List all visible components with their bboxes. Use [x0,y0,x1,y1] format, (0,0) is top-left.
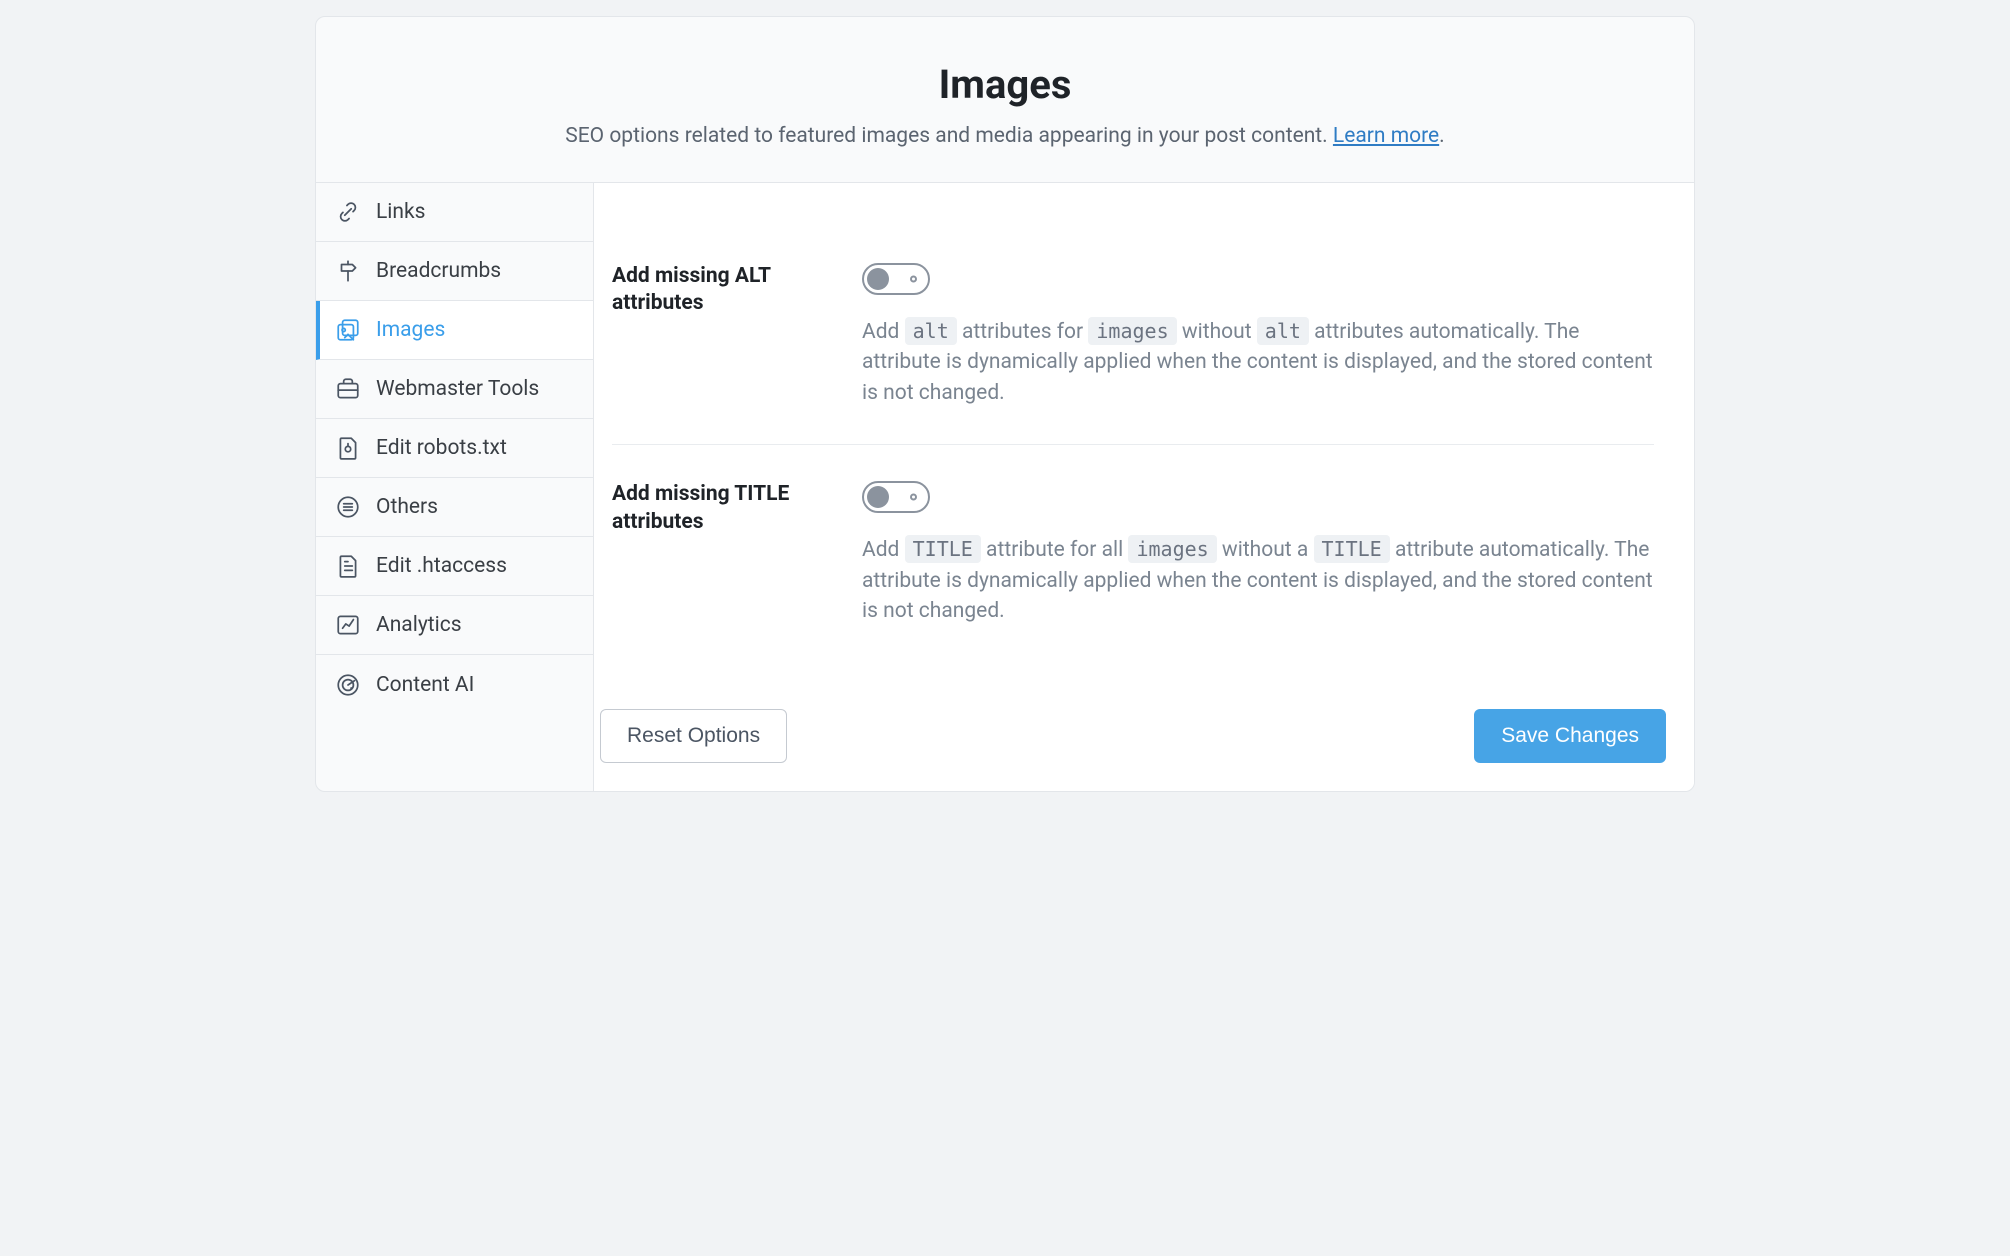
setting-row-alt: Add missing ALT attributes Add alt attri… [612,239,1654,444]
setting-label-alt: Add missing ALT attributes [612,263,848,408]
sidebar-item-label: Edit robots.txt [376,436,507,460]
sidebar-item-images[interactable]: Images [316,301,593,360]
code-chip: images [1088,317,1176,345]
reset-options-button[interactable]: Reset Options [600,709,787,763]
sidebar-item-links[interactable]: Links [316,183,593,242]
page-title: Images [356,61,1654,108]
toggle-alt[interactable] [862,263,930,295]
code-chip: alt [1257,317,1309,345]
code-chip: alt [905,317,957,345]
sidebar-item-robots[interactable]: Edit robots.txt [316,419,593,478]
toggle-knob [867,486,889,508]
setting-description-alt: Add alt attributes for images without al… [862,317,1654,408]
settings-panel: Images SEO options related to featured i… [315,16,1695,792]
setting-description-title: Add TITLE attribute for all images witho… [862,535,1654,626]
learn-more-link[interactable]: Learn more [1333,124,1439,148]
code-chip: TITLE [905,535,981,563]
panel-header: Images SEO options related to featured i… [316,17,1694,183]
setting-row-title: Add missing TITLE attributes Add TITLE a… [612,444,1654,662]
images-icon [334,316,362,344]
robots-file-icon [334,434,362,462]
code-chip: images [1128,535,1216,563]
sidebar-item-label: Breadcrumbs [376,259,501,283]
radar-icon [334,671,362,699]
sidebar-item-label: Edit .htaccess [376,554,507,578]
sidebar-item-label: Others [376,495,438,519]
list-circle-icon [334,493,362,521]
settings-content: Add missing ALT attributes Add alt attri… [594,183,1694,791]
toggle-title[interactable] [862,481,930,513]
sidebar-item-others[interactable]: Others [316,478,593,537]
signpost-icon [334,257,362,285]
sidebar-item-contentai[interactable]: Content AI [316,655,593,714]
save-changes-button[interactable]: Save Changes [1474,709,1666,763]
page-subtitle: SEO options related to featured images a… [356,124,1654,148]
panel-footer: Reset Options Save Changes [594,683,1694,791]
chart-icon [334,611,362,639]
settings-sidebar: Links Breadcrumbs Images Webmaster Tools Edi… [316,183,594,791]
sidebar-item-breadcrumbs[interactable]: Breadcrumbs [316,242,593,301]
toggle-off-indicator [910,276,917,283]
sidebar-item-label: Links [376,200,426,224]
sidebar-item-label: Images [376,318,445,342]
toggle-off-indicator [910,494,917,501]
sidebar-item-htaccess[interactable]: Edit .htaccess [316,537,593,596]
briefcase-icon [334,375,362,403]
panel-body: Links Breadcrumbs Images Webmaster Tools Edi… [316,183,1694,791]
setting-body-title: Add TITLE attribute for all images witho… [862,481,1654,626]
link-icon [334,198,362,226]
sidebar-item-analytics[interactable]: Analytics [316,596,593,655]
settings-area: Add missing ALT attributes Add alt attri… [594,183,1694,683]
file-lines-icon [334,552,362,580]
setting-label-title: Add missing TITLE attributes [612,481,848,626]
sidebar-item-label: Analytics [376,613,462,637]
toggle-knob [867,268,889,290]
setting-body-alt: Add alt attributes for images without al… [862,263,1654,408]
sidebar-item-webmaster[interactable]: Webmaster Tools [316,360,593,419]
sidebar-item-label: Content AI [376,673,474,697]
code-chip: TITLE [1314,535,1390,563]
sidebar-item-label: Webmaster Tools [376,377,539,401]
